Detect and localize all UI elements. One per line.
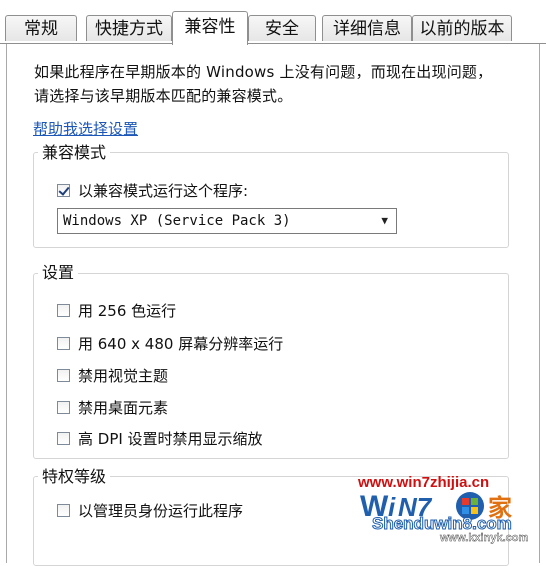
tab-security[interactable]: 安全 (248, 15, 316, 41)
setting-640x480-label: 用 640 x 480 屏幕分辨率运行 (78, 334, 284, 353)
watermark-brand: Shenduwin8.com (372, 514, 513, 534)
setting-disable-desktop-composition-row[interactable]: 禁用桌面元素 (57, 397, 168, 417)
setting-disable-dpi-scaling-label: 高 DPI 设置时禁用显示缩放 (78, 429, 263, 448)
setting-640x480-checkbox[interactable] (57, 336, 70, 350)
tab-strip: 常规 快捷方式 兼容性 安全 详细信息 以前的版本 (0, 0, 546, 45)
tab-previous-versions[interactable]: 以前的版本 (412, 15, 512, 41)
settings-title: 设置 (38, 263, 79, 283)
os-version-select[interactable]: Windows XP (Service Pack 3) ▼ (57, 208, 397, 234)
compat-mode-checkbox[interactable] (57, 183, 70, 197)
compat-mode-label: 以兼容模式运行这个程序: (78, 181, 249, 200)
setting-disable-dpi-scaling-row[interactable]: 高 DPI 设置时禁用显示缩放 (57, 428, 263, 448)
compat-mode-title: 兼容模式 (38, 143, 111, 163)
os-version-value: Windows XP (Service Pack 3) (63, 213, 291, 229)
setting-256-colors-label: 用 256 色运行 (78, 301, 177, 320)
tab-compatibility[interactable]: 兼容性 (172, 11, 248, 45)
tab-divider (0, 43, 546, 44)
privilege-title: 特权等级 (38, 467, 111, 487)
setting-256-colors-row[interactable]: 用 256 色运行 (57, 300, 176, 320)
run-as-admin-row[interactable]: 以管理员身份运行此程序 (57, 500, 243, 520)
setting-disable-visual-themes-label: 禁用视觉主题 (78, 366, 169, 385)
setting-disable-visual-themes-row[interactable]: 禁用视觉主题 (57, 365, 168, 385)
tab-general[interactable]: 常规 (5, 15, 77, 41)
intro-text: 如果此程序在早期版本的 Windows 上没有问题，而现在出现问题，请选择与该早… (34, 63, 493, 105)
setting-256-colors-checkbox[interactable] (57, 303, 70, 317)
tab-shortcut[interactable]: 快捷方式 (86, 15, 172, 41)
setting-640x480-row[interactable]: 用 640 x 480 屏幕分辨率运行 (57, 333, 283, 353)
watermark-url-bottom: www.kxinyk.com (440, 532, 529, 544)
setting-disable-desktop-composition-checkbox[interactable] (57, 400, 70, 414)
run-as-admin-label: 以管理员身份运行此程序 (78, 501, 244, 520)
setting-disable-desktop-composition-label: 禁用桌面元素 (78, 398, 169, 417)
help-me-choose-link[interactable]: 帮助我选择设置 (33, 118, 138, 139)
dropdown-arrow-icon: ▼ (381, 214, 388, 227)
setting-disable-visual-themes-checkbox[interactable] (57, 368, 70, 382)
run-as-admin-checkbox[interactable] (57, 503, 70, 517)
setting-disable-dpi-scaling-checkbox[interactable] (57, 431, 70, 445)
tab-details[interactable]: 详细信息 (322, 15, 412, 41)
compat-mode-row[interactable]: 以兼容模式运行这个程序: (57, 180, 248, 200)
